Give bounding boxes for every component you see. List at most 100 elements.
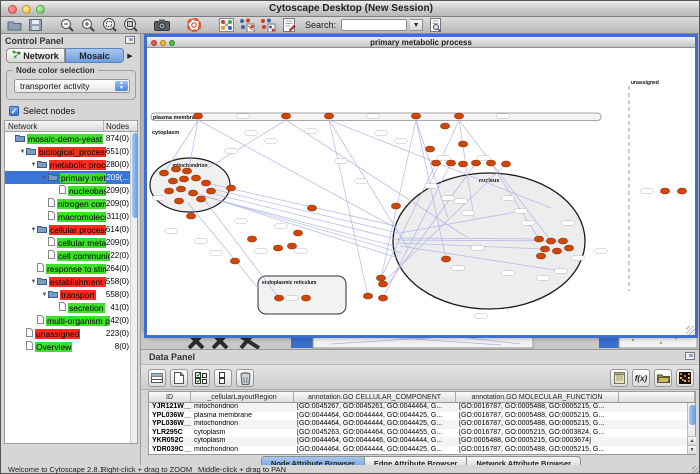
tree-row-macromolecule[interactable]: macromolecule311(0): [5, 210, 137, 223]
tree-row-cellular-process[interactable]: ▼cellular process614(0): [5, 223, 137, 236]
graph-node[interactable]: [273, 245, 282, 251]
graph-node[interactable]: [206, 188, 215, 194]
graph-node[interactable]: [501, 161, 510, 167]
graph-node[interactable]: [186, 213, 195, 219]
graph-node[interactable]: [168, 178, 177, 184]
network-window-resize-grip[interactable]: [686, 326, 695, 335]
tree-row-primary-metabo[interactable]: ▼primary metabo209(...: [5, 171, 137, 184]
graph-node[interactable]: [441, 256, 450, 262]
network-view-window[interactable]: primary metabolic process plasma membran…: [147, 37, 695, 335]
network-canvas[interactable]: plasma membrane cytoplasm mitochondrion …: [148, 48, 694, 334]
layout-a-icon[interactable]: [238, 18, 256, 33]
graph-node[interactable]: [376, 275, 385, 281]
tree-expander-icon[interactable]: ▼: [30, 227, 37, 233]
tab-network[interactable]: Network: [6, 48, 65, 63]
graph-node[interactable]: [201, 180, 210, 186]
column-header-3[interactable]: annotation.GO MOLECULAR_FUNCTION: [456, 392, 619, 403]
import-attributes-icon[interactable]: [610, 369, 628, 387]
graph-node[interactable]: [274, 295, 283, 301]
graph-node[interactable]: [446, 160, 455, 166]
zoom-in-icon[interactable]: [79, 18, 97, 33]
layout-b-icon[interactable]: [259, 18, 277, 33]
graph-node[interactable]: [226, 185, 235, 191]
graph-node[interactable]: [174, 198, 183, 204]
tree-row-establishment-of-lo[interactable]: ▼establishment of lo558(0): [5, 275, 137, 288]
tree-expander-icon[interactable]: ▼: [30, 279, 37, 285]
graph-node[interactable]: [307, 205, 316, 211]
graph-node[interactable]: [378, 295, 387, 301]
graph-node[interactable]: [471, 160, 480, 166]
tree-row-cellular-metabo[interactable]: cellular metabo209(0): [5, 236, 137, 249]
table-row[interactable]: YPL036W__2plasma membrane[GO:0044464, GO…: [149, 412, 695, 421]
tab-overflow-arrow[interactable]: ▶: [124, 48, 136, 63]
graph-edge[interactable]: [286, 120, 468, 238]
new-attribute-icon[interactable]: [170, 369, 188, 387]
graph-edge[interactable]: [329, 120, 368, 296]
search-config-icon[interactable]: [426, 18, 444, 33]
graph-node[interactable]: [558, 238, 567, 244]
graph-node[interactable]: [301, 295, 310, 301]
graph-node[interactable]: [188, 190, 197, 196]
graph-node[interactable]: [540, 246, 549, 252]
tree-row-cell-communicat[interactable]: cell communicat22(0): [5, 249, 137, 262]
graph-edge[interactable]: [198, 120, 396, 228]
table-row[interactable]: YDR039C__1mitochondrion[GO:0044464, GO:0…: [149, 446, 695, 455]
graph-node[interactable]: [293, 230, 302, 236]
table-row[interactable]: YPL036W__1mitochondrion[GO:0044464, GO:0…: [149, 420, 695, 429]
tab-mosaic[interactable]: Mosaic: [65, 48, 124, 63]
graph-node[interactable]: [546, 238, 555, 244]
graph-node[interactable]: [230, 258, 239, 264]
select-nodes-checkbox[interactable]: ✓: [9, 106, 19, 116]
graph-node[interactable]: [378, 281, 387, 287]
zoom-selected-icon[interactable]: [100, 18, 118, 33]
graph-node[interactable]: [159, 170, 168, 176]
tree-row-transport[interactable]: ▼transport558(0): [5, 288, 137, 301]
graph-edge[interactable]: [208, 120, 286, 168]
graph-node[interactable]: [431, 160, 440, 166]
tree-header-nodes[interactable]: Nodes: [104, 121, 137, 131]
graph-node[interactable]: [454, 113, 463, 119]
tree-expander-icon[interactable]: ▼: [19, 149, 26, 155]
graph-node[interactable]: [287, 243, 296, 249]
graph-node[interactable]: [552, 248, 561, 254]
table-row[interactable]: YJR121W__1mitochondrion[GO:0045267, GO:0…: [149, 403, 695, 412]
search-input[interactable]: [341, 19, 407, 31]
graph-node[interactable]: [193, 113, 202, 119]
graph-edge[interactable]: [203, 196, 394, 246]
graph-node[interactable]: [425, 146, 434, 152]
graph-node[interactable]: [486, 160, 495, 166]
help-icon[interactable]: [185, 18, 203, 33]
graph-node[interactable]: [363, 293, 372, 299]
tree-row-multi-organism-pro[interactable]: multi-organism pro42(0): [5, 314, 137, 327]
graph-node[interactable]: [196, 196, 205, 202]
graph-node[interactable]: [564, 245, 573, 251]
graph-node[interactable]: [536, 253, 545, 259]
delete-attribute-icon[interactable]: [236, 369, 254, 387]
tree-row-metabolic-process[interactable]: ▼metabolic process280(0): [5, 158, 137, 171]
column-header-1[interactable]: _cellularLayoutRegion: [191, 392, 294, 403]
tree-expander-icon[interactable]: ▼: [41, 175, 48, 181]
data-panel-float-icon[interactable]: [685, 352, 695, 360]
unselect-attributes-icon[interactable]: [214, 369, 232, 387]
graph-node[interactable]: [458, 161, 467, 167]
graph-edge[interactable]: [210, 193, 400, 240]
tree-row-unassigned[interactable]: unassigned223(0): [5, 327, 137, 340]
tree-row-nucleobase-[interactable]: nucleobase-209(0): [5, 184, 137, 197]
app-resize-grip[interactable]: [692, 466, 700, 474]
tree-scrollbar-thumb[interactable]: [132, 133, 138, 218]
graph-node[interactable]: [391, 203, 400, 209]
graph-node[interactable]: [660, 188, 669, 194]
tree-expander-icon[interactable]: ▼: [41, 292, 48, 298]
graph-node[interactable]: [534, 236, 543, 242]
graph-node[interactable]: [247, 236, 256, 242]
graph-edge[interactable]: [211, 198, 402, 253]
column-header-0[interactable]: ID: [149, 392, 191, 403]
network-window-titlebar[interactable]: primary metabolic process: [147, 37, 695, 48]
graph-node[interactable]: [182, 168, 191, 174]
save-icon[interactable]: [26, 18, 44, 33]
graph-node[interactable]: [171, 166, 180, 172]
table-scrollbar-thumb[interactable]: [689, 405, 696, 425]
snapshot-icon[interactable]: [153, 18, 171, 33]
search-dropdown-arrow[interactable]: ▼: [410, 19, 423, 31]
zoom-out-icon[interactable]: [58, 18, 76, 33]
